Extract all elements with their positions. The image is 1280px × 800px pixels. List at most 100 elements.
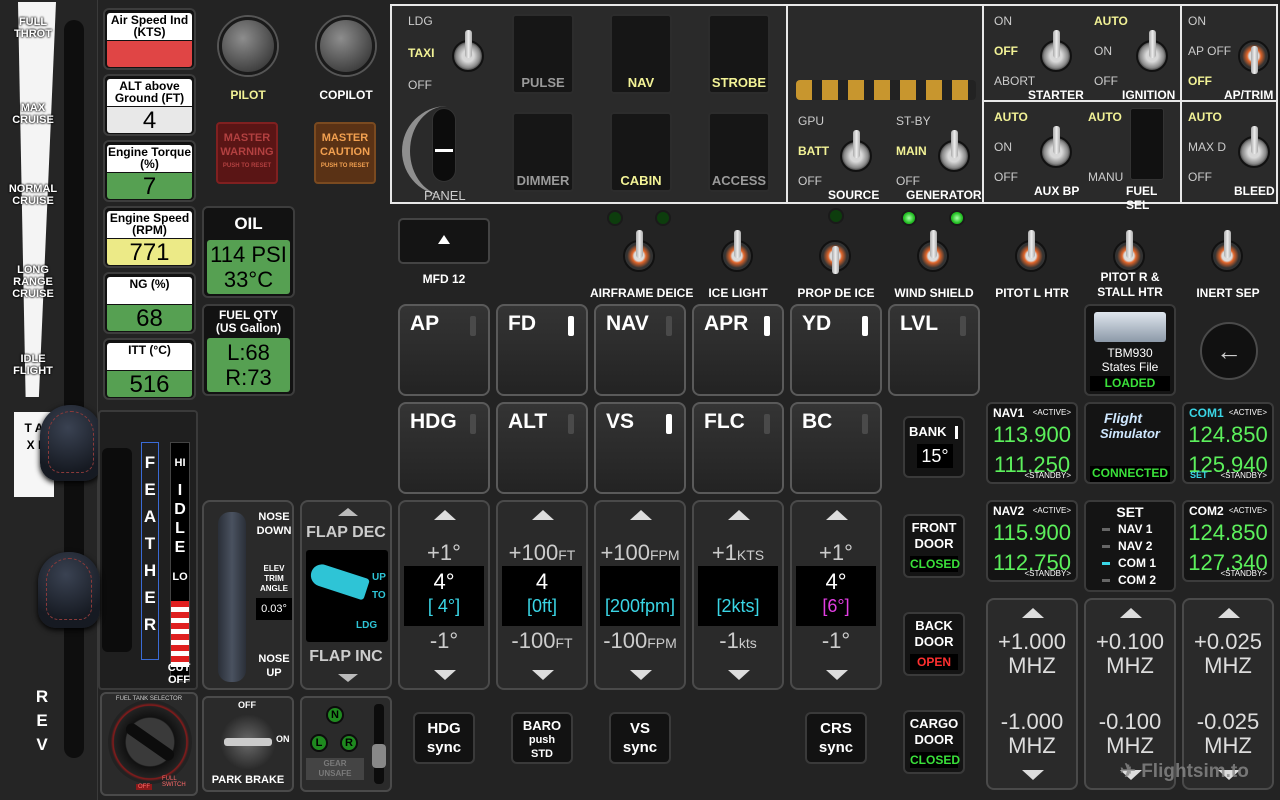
freq-1-minus[interactable]: -1.000 MHZ bbox=[988, 710, 1076, 758]
pitot-l-switch[interactable] bbox=[1015, 230, 1047, 272]
states-file-button[interactable]: TBM930 States File LOADED bbox=[1084, 304, 1176, 396]
fuel-sel-button[interactable] bbox=[1130, 108, 1164, 180]
crs-minus[interactable]: -1° bbox=[792, 628, 880, 654]
trim-wheel[interactable] bbox=[218, 512, 246, 682]
alt-minus[interactable]: -100FT bbox=[498, 628, 586, 654]
prop-deice-switch[interactable] bbox=[819, 240, 851, 274]
freq-01-plus[interactable]: +0.100 MHZ bbox=[1086, 630, 1174, 678]
starter-switch[interactable] bbox=[1040, 30, 1072, 72]
nav-button[interactable]: NAV bbox=[594, 304, 686, 396]
fuel-tank-selector[interactable] bbox=[108, 700, 192, 784]
landing-taxi-switch[interactable] bbox=[452, 30, 484, 72]
set-com2[interactable]: COM 2 bbox=[1118, 573, 1156, 587]
back-door-button[interactable]: BACK DOOR OPEN bbox=[903, 612, 965, 676]
cargo-door-button[interactable]: CARGO DOOR CLOSED bbox=[903, 710, 965, 774]
vs-down-arrow[interactable] bbox=[630, 670, 652, 680]
condition-lever-knob[interactable] bbox=[38, 552, 100, 628]
yd-button[interactable]: YD bbox=[790, 304, 882, 396]
nav1-radio[interactable]: NAV1 <ACTIVE> 113.900 111.250 <STANDBY> bbox=[986, 402, 1078, 484]
master-caution-button[interactable]: MASTER CAUTION PUSH TO RESET bbox=[314, 122, 376, 184]
freq-1-down-arrow[interactable] bbox=[1022, 770, 1044, 780]
back-arrow-icon[interactable]: ← bbox=[1200, 322, 1258, 380]
hdg-down-arrow[interactable] bbox=[434, 670, 456, 680]
nav-light-button[interactable]: NAV bbox=[610, 14, 672, 94]
power-lever-knob[interactable] bbox=[40, 405, 102, 481]
flap-dec-label[interactable]: FLAP DEC bbox=[302, 524, 390, 542]
source-switch[interactable] bbox=[840, 130, 872, 172]
flc-plus[interactable]: +1KTS bbox=[694, 540, 782, 566]
cabin-button[interactable]: CABIN bbox=[610, 112, 672, 192]
panel-dimmer-handle[interactable] bbox=[435, 149, 453, 152]
vs-sync-button[interactable]: VS sync bbox=[609, 712, 671, 764]
access-button[interactable]: ACCESS bbox=[708, 112, 770, 192]
generator-switch[interactable] bbox=[938, 130, 970, 172]
com2-radio[interactable]: COM2 <ACTIVE> 124.850 127.340 <STANDBY> bbox=[1182, 500, 1274, 582]
ap-button[interactable]: AP bbox=[398, 304, 490, 396]
hdg-up-arrow[interactable] bbox=[434, 510, 456, 520]
panel-dimmer-slider[interactable] bbox=[432, 108, 456, 182]
ice-light-switch[interactable] bbox=[721, 230, 753, 272]
crs-plus[interactable]: +1° bbox=[792, 540, 880, 566]
vs-minus[interactable]: -100FPM bbox=[596, 628, 684, 654]
inert-sep-switch[interactable] bbox=[1211, 230, 1243, 272]
set-com1[interactable]: COM 1 bbox=[1118, 556, 1156, 570]
flap-inc-label[interactable]: FLAP INC bbox=[302, 648, 390, 666]
airframe-deice-switch[interactable] bbox=[623, 230, 655, 272]
dimmer-button[interactable]: DIMMER bbox=[512, 112, 574, 192]
freq-0025-up-arrow[interactable] bbox=[1218, 608, 1240, 618]
windshield-switch[interactable] bbox=[917, 230, 949, 272]
flap-dec-arrow[interactable] bbox=[338, 508, 358, 516]
vs-button[interactable]: VS bbox=[594, 402, 686, 494]
crs-down-arrow[interactable] bbox=[826, 670, 848, 680]
freq-01-up-arrow[interactable] bbox=[1120, 608, 1142, 618]
aux-bp-switch[interactable] bbox=[1040, 126, 1072, 168]
flc-down-arrow[interactable] bbox=[728, 670, 750, 680]
alt-down-arrow[interactable] bbox=[532, 670, 554, 680]
crs-up-arrow[interactable] bbox=[826, 510, 848, 520]
lvl-button[interactable]: LVL bbox=[888, 304, 980, 396]
alt-up-arrow[interactable] bbox=[532, 510, 554, 520]
pilot-button[interactable] bbox=[219, 17, 277, 75]
flc-up-arrow[interactable] bbox=[728, 510, 750, 520]
alt-button[interactable]: ALT bbox=[496, 402, 588, 494]
baro-std-button[interactable]: BARO push STD bbox=[511, 712, 573, 764]
set-nav2[interactable]: NAV 2 bbox=[1118, 539, 1152, 553]
freq-01-minus[interactable]: -0.100 MHZ bbox=[1086, 710, 1174, 758]
hdg-plus[interactable]: +1° bbox=[400, 540, 488, 566]
pulse-button[interactable]: PULSE bbox=[512, 14, 574, 94]
bleed-switch[interactable] bbox=[1238, 126, 1270, 168]
apr-button[interactable]: APR bbox=[692, 304, 784, 396]
ap-trim-switch[interactable] bbox=[1238, 40, 1270, 74]
freq-1-up-arrow[interactable] bbox=[1022, 608, 1044, 618]
ignition-switch[interactable] bbox=[1136, 30, 1168, 72]
fd-button[interactable]: FD bbox=[496, 304, 588, 396]
alt-adjuster: +100FT 4 [0ft] -100FT bbox=[496, 500, 588, 690]
bc-button[interactable]: BC bbox=[790, 402, 882, 494]
hdg-sync-button[interactable]: HDG sync bbox=[413, 712, 475, 764]
bank-button[interactable]: BANK 15° bbox=[903, 416, 965, 478]
fuel-tank-knob[interactable] bbox=[123, 721, 177, 763]
hdg-minus[interactable]: -1° bbox=[400, 628, 488, 654]
gear-lever[interactable] bbox=[372, 744, 386, 768]
hdg-button[interactable]: HDG bbox=[398, 402, 490, 494]
flc-minus[interactable]: -1kts bbox=[694, 628, 782, 654]
set-nav1[interactable]: NAV 1 bbox=[1118, 522, 1152, 536]
alt-plus[interactable]: +100FT bbox=[498, 540, 586, 566]
flap-inc-arrow[interactable] bbox=[338, 674, 358, 682]
pitot-r-switch[interactable] bbox=[1113, 230, 1145, 272]
crs-sync-button[interactable]: CRS sync bbox=[805, 712, 867, 764]
mfd-button[interactable] bbox=[398, 218, 490, 264]
park-brake-handle[interactable] bbox=[220, 714, 276, 770]
nav2-radio[interactable]: NAV2 <ACTIVE> 115.900 112.750 <STANDBY> bbox=[986, 500, 1078, 582]
flc-button[interactable]: FLC bbox=[692, 402, 784, 494]
freq-0025-plus[interactable]: +0.025 MHZ bbox=[1184, 630, 1272, 678]
vs-up-arrow[interactable] bbox=[630, 510, 652, 520]
freq-0025-minus[interactable]: -0.025 MHZ bbox=[1184, 710, 1272, 758]
strobe-button[interactable]: STROBE bbox=[708, 14, 770, 94]
front-door-button[interactable]: FRONT DOOR CLOSED bbox=[903, 514, 965, 578]
copilot-button[interactable] bbox=[317, 17, 375, 75]
vs-plus[interactable]: +100FPM bbox=[596, 540, 684, 566]
com1-radio[interactable]: COM1 <ACTIVE> 124.850 125.940 SET <STAND… bbox=[1182, 402, 1274, 484]
freq-1-plus[interactable]: +1.000 MHZ bbox=[988, 630, 1076, 678]
master-warning-button[interactable]: MASTER WARNING PUSH TO RESET bbox=[216, 122, 278, 184]
